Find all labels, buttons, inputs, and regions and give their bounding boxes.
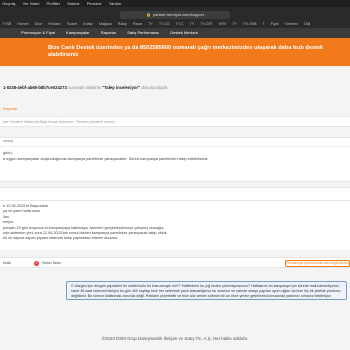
nav-promotions[interactable]: Promosyon & Fiyat xyxy=(21,30,55,35)
ticket-status-line: 1-0248-4ebf-ab65-b8b7ce024273 numaralı t… xyxy=(0,83,350,93)
browser-chrome: 🔒 partner.trendyol.com/support TYSB Hizme… xyxy=(0,7,350,28)
menu-item[interactable]: Profiller xyxy=(46,1,60,6)
bookmark-item[interactable]: TAB xyxy=(304,22,311,26)
divider xyxy=(0,146,350,147)
note-count-badge: 1 xyxy=(34,260,39,266)
tab-notes-label: Notu xyxy=(3,261,12,265)
tab-seller-note[interactable]: 1 Satıcı Notu xyxy=(34,258,61,269)
nav-support-center[interactable]: Destek Merkezi xyxy=(170,30,198,35)
support-alert-banner: Bize Canlı Destek üzerinden ya da 850258… xyxy=(0,38,350,66)
menu-item[interactable]: Yardım xyxy=(109,1,122,6)
bookmark-item[interactable]: TY-C xyxy=(176,22,184,26)
ticket-id: 1-0248-4ebf-ab65-b8b7ce024273 xyxy=(3,85,67,90)
bookmark-item[interactable]: TY xyxy=(232,22,237,26)
bookmark-item[interactable]: Yönetim xyxy=(284,22,297,26)
lock-icon: 🔒 xyxy=(146,12,152,17)
nav-sales-performance[interactable]: Satış Performansı xyxy=(127,30,159,35)
bookmark-item[interactable]: KRV xyxy=(219,22,226,26)
seller-reply-card: e 12.06.2023'te Başvurduk ya ve yanıt ha… xyxy=(0,201,350,250)
bookmark-item[interactable]: Rakip xyxy=(118,22,127,26)
nav-campaigns[interactable]: Kampanyalar xyxy=(66,30,90,35)
alert-line: alabilirsiniz xyxy=(48,52,79,58)
menu-item[interactable]: Yer İmleri xyxy=(23,1,40,6)
note-text-box: O düzgün için düzgün yapılabilir bir old… xyxy=(66,281,347,300)
bookmark-item[interactable]: Mağaza xyxy=(99,22,112,26)
help-request-button[interactable]: Reklam/ye yerleşmede için bilgi/yardım xyxy=(285,260,350,267)
bookmark-item[interactable]: Reklam xyxy=(48,22,60,26)
tab-notes[interactable]: Notu xyxy=(3,258,11,269)
ticket-middle-text: numaralı talebinin xyxy=(67,85,102,90)
reply-line: ek ve sayına sapan piyasa ortamda satış … xyxy=(3,236,119,241)
message-heading: mesaj xyxy=(3,139,13,143)
bookmark-item[interactable]: Pazar xyxy=(133,22,142,26)
bookmark-item[interactable]: TYLSSB xyxy=(243,22,257,26)
address-bar[interactable]: 🔒 partner.trendyol.com/support xyxy=(120,11,230,19)
bookmark-item[interactable]: T xyxy=(262,22,264,26)
tab-seller-note-label: Satıcı Notu xyxy=(42,261,61,265)
ticket-suffix: durumundadır. xyxy=(141,85,169,90)
app-nav-bar: Promosyon & Fiyat Kampanyalar Raporlar S… xyxy=(0,28,350,38)
url-text: partner.trendyol.com/support xyxy=(153,12,204,17)
menu-item[interactable]: Sekme xyxy=(67,1,79,6)
notes-tabs: Notu 1 Satıcı Notu Reklam/ye yerleşmede i… xyxy=(0,257,350,268)
bookmark-item[interactable]: TY xyxy=(148,22,153,26)
menu-item[interactable]: Pencere xyxy=(87,1,102,6)
back-link[interactable]: Raporlar xyxy=(3,107,18,111)
bookmark-item[interactable]: Ticaret xyxy=(67,22,78,26)
separator-card xyxy=(0,187,350,201)
ticket-subject: tan Yönetimi Hakkında Bilgi Almak İstiyo… xyxy=(0,116,350,127)
ticket-status: "Talep inceleniyor" xyxy=(102,85,141,90)
bookmark-item[interactable]: Hizmet xyxy=(17,22,28,26)
message-line: a uygun kampanyalar oluşturduğunda kampa… xyxy=(3,157,209,161)
alert-line: Bize Canlı Destek üzerinden ya da 850258… xyxy=(48,45,324,51)
bookmark-item[interactable]: Fiyat xyxy=(271,22,279,26)
bookmarks-bar: TYSB Hizmet Ürün Reklam Ticaret Analiz M… xyxy=(0,20,350,28)
bookmark-item[interactable]: TY xyxy=(190,22,195,26)
bookmark-item[interactable]: Analiz xyxy=(83,22,93,26)
nav-reports[interactable]: Raporlar xyxy=(101,30,116,35)
menu-item[interactable]: Geçmiş xyxy=(2,1,16,6)
bookmark-item[interactable]: TY-CRT xyxy=(200,22,213,26)
footer-copyright: ©2023 DSM Grup Danışmanlık İletişim ve S… xyxy=(101,336,249,341)
mac-menubar: Geçmiş Yer İmleri Profiller Sekme Pencer… xyxy=(0,0,350,7)
bookmark-item[interactable]: Ürün xyxy=(35,22,43,26)
bookmark-item[interactable]: TYSB xyxy=(2,22,11,26)
bookmark-item[interactable]: TY-CG xyxy=(159,22,170,26)
support-message-card: mesaj günü, a uygun kampanyalar oluşturd… xyxy=(0,137,350,182)
